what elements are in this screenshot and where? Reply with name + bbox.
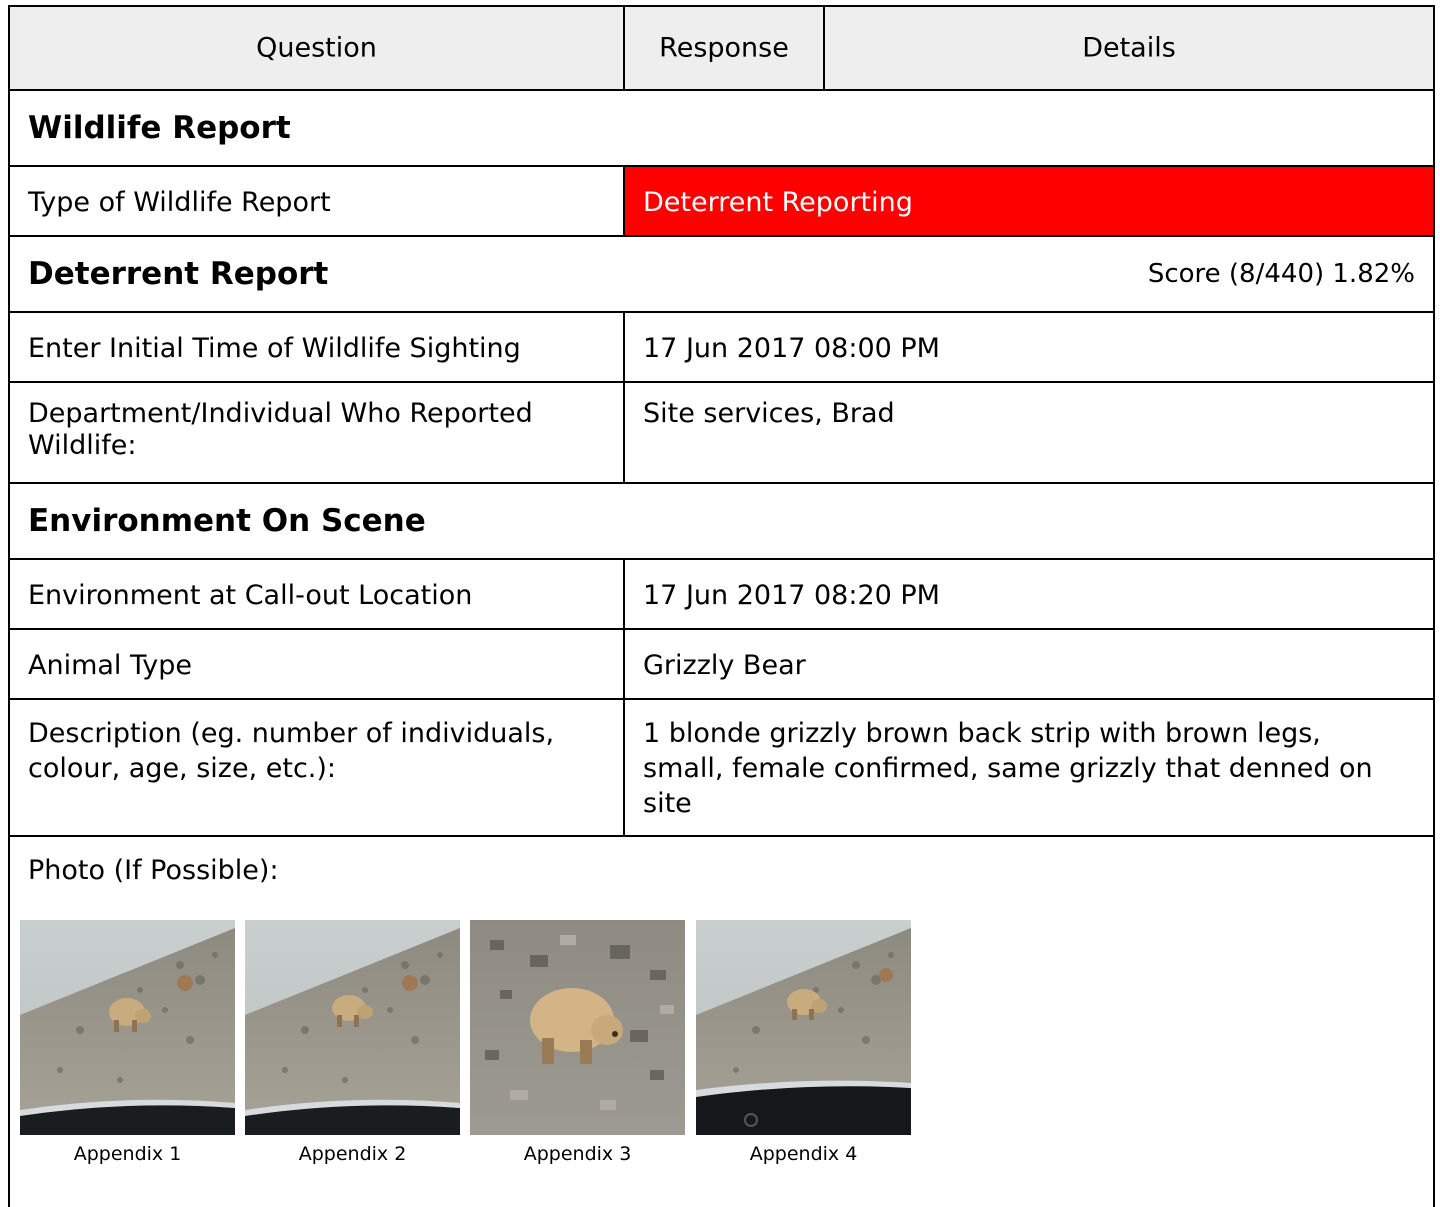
response-cell: Grizzly Bear <box>623 630 1433 698</box>
question-cell: Environment at Call-out Location <box>10 560 623 628</box>
photo-caption: Appendix 1 <box>73 1143 182 1165</box>
photo-thumbnail-4[interactable]: Appendix 4 <box>696 920 911 1165</box>
header-response: Response <box>659 32 789 64</box>
question-label: Environment at Call-out Location <box>28 580 473 611</box>
response-value: 1 blonde grizzly brown back strip with b… <box>643 718 1373 820</box>
response-value: Site services, Brad <box>643 398 895 429</box>
header-details-cell: Details <box>823 7 1433 89</box>
question-cell: Department/Individual Who Reported Wildl… <box>10 383 623 482</box>
question-label: Enter Initial Time of Wildlife Sighting <box>28 333 521 364</box>
photo-thumbnail-2[interactable]: Appendix 2 <box>245 920 460 1165</box>
photo-caption: Appendix 2 <box>298 1143 407 1165</box>
table-row: Enter Initial Time of Wildlife Sighting … <box>10 313 1433 383</box>
question-label: Type of Wildlife Report <box>28 187 331 218</box>
section-environment-on-scene: Environment On Scene <box>10 484 1433 560</box>
table-row: Description (eg. number of individuals, … <box>10 700 1433 837</box>
table-row: Animal Type Grizzly Bear <box>10 630 1433 700</box>
question-cell: Enter Initial Time of Wildlife Sighting <box>10 313 623 381</box>
bear-photo-icon <box>696 920 911 1135</box>
response-cell: 17 Jun 2017 08:00 PM <box>623 313 1433 381</box>
table-row: Type of Wildlife Report Deterrent Report… <box>10 167 1433 237</box>
question-label: Description (eg. number of individuals, … <box>28 718 555 785</box>
score-text: Score (8/440) 1.82% <box>1147 259 1415 289</box>
response-value: Deterrent Reporting <box>643 187 913 218</box>
section-title: Wildlife Report <box>28 110 291 146</box>
bear-photo-icon <box>20 920 235 1135</box>
question-cell: Animal Type <box>10 630 623 698</box>
response-value: 17 Jun 2017 08:20 PM <box>643 580 940 611</box>
response-value: 17 Jun 2017 08:00 PM <box>643 333 940 364</box>
question-cell: Type of Wildlife Report <box>10 167 623 235</box>
question-label: Animal Type <box>28 650 193 681</box>
response-cell: 1 blonde grizzly brown back strip with b… <box>623 700 1433 835</box>
table-row: Department/Individual Who Reported Wildl… <box>10 383 1433 484</box>
wildlife-report-table: Question Response Details Wildlife Repor… <box>8 5 1435 1207</box>
section-title: Deterrent Report <box>28 256 329 292</box>
response-cell: 17 Jun 2017 08:20 PM <box>623 560 1433 628</box>
header-response-cell: Response <box>623 7 823 89</box>
bear-photo-icon <box>245 920 460 1135</box>
response-value: Grizzly Bear <box>643 650 806 681</box>
section-wildlife-report: Wildlife Report <box>10 91 1433 167</box>
photo-thumbnail-3[interactable]: Appendix 3 <box>470 920 685 1165</box>
section-deterrent-report: Deterrent Report Score (8/440) 1.82% <box>10 237 1433 313</box>
photo-caption: Appendix 4 <box>749 1143 858 1165</box>
photo-thumbnail-1[interactable]: Appendix 1 <box>20 920 235 1165</box>
photo-label: Photo (If Possible): <box>28 855 279 886</box>
photo-caption: Appendix 3 <box>523 1143 632 1165</box>
header-details: Details <box>1082 32 1176 64</box>
section-title: Environment On Scene <box>28 503 426 539</box>
response-cell-highlighted: Deterrent Reporting <box>623 167 1433 235</box>
table-header: Question Response Details <box>10 7 1433 91</box>
question-cell: Description (eg. number of individuals, … <box>10 700 623 835</box>
question-label: Department/Individual Who Reported Wildl… <box>28 398 533 462</box>
response-cell: Site services, Brad <box>623 383 1433 482</box>
header-question-cell: Question <box>10 7 623 89</box>
header-question: Question <box>256 32 377 64</box>
bear-photo-icon <box>470 920 685 1135</box>
table-row: Environment at Call-out Location 17 Jun … <box>10 560 1433 630</box>
